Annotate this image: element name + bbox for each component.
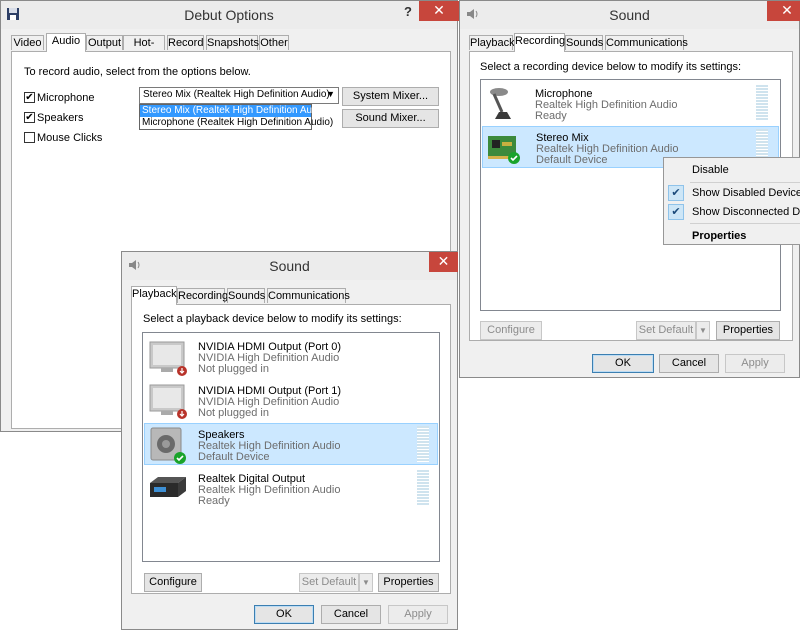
device-status: Not plugged in — [198, 363, 269, 375]
audio-source-option[interactable]: Stereo Mix (Realtek High Definition Audi… — [140, 105, 329, 117]
device-context-menu: Disable ✔ Show Disabled Devices ✔ Show D… — [663, 157, 800, 245]
device-status: Ready — [198, 495, 230, 507]
debut-titlebar: Debut Options ? ✕ — [1, 1, 459, 29]
playback-close-button[interactable]: ✕ — [429, 252, 458, 272]
playback-instruction: Select a playback device below to modify… — [143, 313, 402, 325]
tab-hot-keys[interactable]: Hot-Keys — [123, 35, 165, 64]
sound-playback-window: Sound ✕ Playback Recording Sounds Commun… — [121, 251, 458, 630]
playback-device-list: NVIDIA HDMI Output (Port 0) NVIDIA High … — [142, 332, 440, 562]
microphone-checkbox[interactable]: ✔ — [24, 92, 35, 103]
configure-button[interactable]: Configure — [480, 321, 542, 340]
device-status: Ready — [535, 110, 567, 122]
tab-video[interactable]: Video — [11, 35, 44, 50]
microphone-label: Microphone — [37, 92, 95, 104]
tab-communications[interactable]: Communications — [267, 288, 350, 303]
tab-sounds[interactable]: Sounds — [227, 288, 265, 303]
properties-button[interactable]: Properties — [716, 321, 780, 340]
playback-tabs: Playback Recording Sounds Communications — [131, 286, 451, 305]
debut-tabs: Video Audio Output Hot-Keys Record Snaps… — [11, 33, 451, 64]
menu-separator — [690, 182, 800, 183]
mouse-clicks-checkbox[interactable] — [24, 132, 35, 143]
ok-button[interactable]: OK — [254, 605, 314, 624]
cancel-button[interactable]: Cancel — [321, 605, 381, 624]
level-meter — [417, 470, 429, 506]
sound-mixer-button[interactable]: Sound Mixer... — [342, 109, 439, 128]
sound-card-icon — [486, 130, 522, 164]
set-default-dropdown[interactable]: ▼ — [696, 321, 710, 340]
check-icon: ✔ — [668, 185, 684, 201]
playback-panel: Select a playback device below to modify… — [131, 304, 451, 594]
microphone-icon — [486, 85, 522, 119]
chevron-down-icon: ▼ — [326, 89, 335, 99]
speaker-icon — [147, 426, 186, 464]
menu-item-show-disconnected[interactable]: ✔ Show Disconnected Devi — [664, 203, 800, 221]
menu-separator — [690, 223, 800, 224]
tab-playback[interactable]: Playback — [131, 286, 177, 305]
speakers-checkbox[interactable]: ✔ — [24, 112, 35, 123]
audio-source-option[interactable]: Microphone (Realtek High Definition Audi… — [140, 117, 333, 129]
tab-sounds[interactable]: Sounds — [565, 35, 603, 50]
system-mixer-button[interactable]: System Mixer... — [342, 87, 439, 106]
ok-button[interactable]: OK — [592, 354, 654, 373]
playback-title: Sound — [269, 258, 310, 274]
tab-output[interactable]: Output — [86, 35, 123, 50]
tab-snapshots[interactable]: Snapshots — [206, 35, 259, 50]
device-status: Not plugged in — [198, 407, 269, 419]
list-item[interactable]: Speakers Realtek High Definition Audio D… — [144, 423, 438, 465]
help-icon[interactable]: ? — [404, 4, 412, 19]
menu-item-label: Show Disconnected Devi — [692, 206, 800, 218]
apply-button[interactable]: Apply — [725, 354, 785, 373]
mouse-clicks-label: Mouse Clicks — [37, 132, 103, 144]
digital-output-icon — [148, 473, 186, 505]
configure-button[interactable]: Configure — [144, 573, 202, 592]
debut-title: Debut Options — [184, 7, 274, 23]
set-default-button[interactable]: Set Default — [299, 573, 359, 592]
menu-item-show-disabled[interactable]: ✔ Show Disabled Devices — [664, 184, 800, 202]
recording-title: Sound — [609, 7, 650, 23]
device-status: Default Device — [536, 154, 608, 166]
chevron-down-icon: ▼ — [699, 326, 707, 335]
level-meter — [417, 426, 429, 462]
debut-instruction: To record audio, select from the options… — [24, 66, 251, 78]
set-default-button[interactable]: Set Default — [636, 321, 696, 340]
audio-source-select[interactable]: Stereo Mix (Realtek High Definition Audi… — [139, 87, 339, 104]
hdmi-monitor-icon — [148, 340, 187, 376]
tab-communications[interactable]: Communications — [605, 35, 688, 50]
menu-item-label: Properties — [692, 230, 747, 242]
device-status: Default Device — [198, 451, 270, 463]
speakers-label: Speakers — [37, 112, 84, 124]
hdmi-monitor-icon — [148, 383, 187, 419]
tab-other[interactable]: Other — [259, 35, 289, 50]
recording-instruction: Select a recording device below to modif… — [480, 61, 742, 73]
recording-titlebar: Sound ✕ — [460, 1, 800, 29]
list-item[interactable]: Microphone Realtek High Definition Audio… — [482, 82, 779, 124]
tab-playback[interactable]: Playback — [469, 35, 515, 50]
list-item[interactable]: NVIDIA HDMI Output (Port 0) NVIDIA High … — [144, 335, 438, 377]
audio-source-value: Stereo Mix (Realtek High Definition Audi… — [143, 89, 330, 100]
recording-close-button[interactable]: ✕ — [767, 1, 800, 21]
menu-item-properties[interactable]: Properties — [664, 227, 800, 245]
tab-recording[interactable]: Recording — [514, 33, 565, 52]
check-icon: ✔ — [668, 204, 684, 220]
menu-item-disable[interactable]: Disable — [664, 161, 800, 179]
tab-record[interactable]: Record — [167, 35, 204, 50]
tab-audio[interactable]: Audio — [46, 33, 86, 52]
set-default-dropdown[interactable]: ▼ — [359, 573, 373, 592]
chevron-down-icon: ▼ — [362, 578, 370, 587]
properties-button[interactable]: Properties — [378, 573, 439, 592]
playback-titlebar: Sound ✕ — [122, 252, 458, 280]
debut-close-button[interactable]: ✕ — [419, 1, 459, 21]
recording-tabs: Playback Recording Sounds Communications — [469, 33, 789, 52]
menu-item-label: Show Disabled Devices — [692, 187, 800, 199]
menu-item-label: Disable — [692, 164, 729, 176]
list-item[interactable]: Realtek Digital Output Realtek High Defi… — [144, 467, 438, 509]
list-item[interactable]: NVIDIA HDMI Output (Port 1) NVIDIA High … — [144, 379, 438, 421]
cancel-button[interactable]: Cancel — [659, 354, 719, 373]
apply-button[interactable]: Apply — [388, 605, 448, 624]
level-meter — [756, 85, 768, 121]
tab-recording[interactable]: Recording — [177, 288, 228, 303]
audio-source-dropdown: Stereo Mix (Realtek High Definition Audi… — [139, 104, 333, 130]
